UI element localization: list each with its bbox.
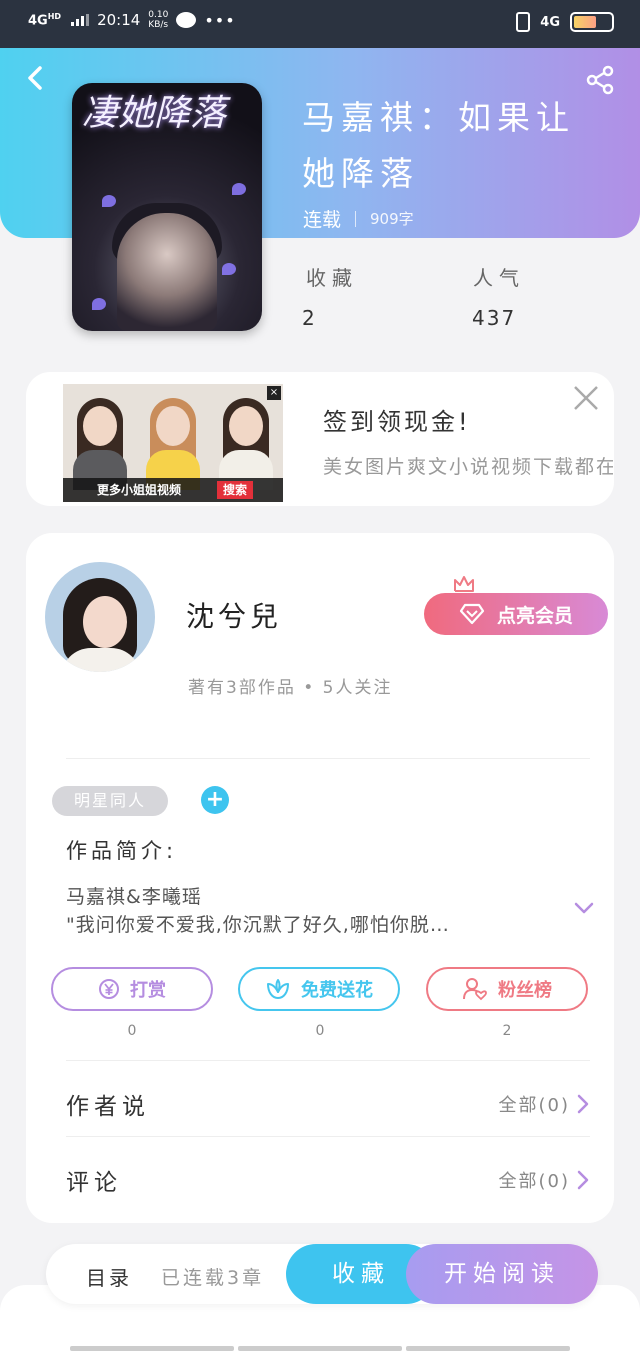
flower-count: 0 (315, 1023, 325, 1039)
ad-photo (136, 392, 210, 490)
avatar[interactable] (45, 562, 155, 672)
ad-caption-bar: 更多小姐姐视频 搜索 (63, 478, 283, 502)
divider (66, 758, 590, 759)
comments-count: 全部(0) (498, 1171, 570, 1192)
ad-image[interactable]: 更多小姐姐视频 搜索 × (63, 384, 283, 502)
word-count: 909字 (370, 210, 414, 228)
author-notes-count: 全部(0) (498, 1095, 570, 1116)
butterfly-decoration (92, 298, 106, 310)
catalog-button[interactable]: 目录 (86, 1262, 132, 1291)
genre-tag[interactable]: 明星同人 (52, 786, 168, 816)
close-icon[interactable] (572, 384, 600, 412)
ad-search-button[interactable]: 搜索 (216, 481, 253, 499)
mobile-network: 4G (540, 14, 560, 30)
network-speed: 0.10 KB/s (148, 10, 169, 30)
author-card: 沈兮兒 著有3部作品 • 5人关注 点亮会员 明星同人 + 作品简介: 马嘉祺&… (26, 533, 614, 1223)
author-notes-all[interactable]: 全部(0) (499, 1091, 591, 1117)
comments-all[interactable]: 全部(0) (499, 1167, 591, 1193)
ad-caption: 更多小姐姐视频 (97, 483, 182, 497)
author-name[interactable]: 沈兮兒 (186, 595, 282, 635)
favorites-label: 收藏 (306, 266, 358, 290)
book-cover[interactable]: 凄她降落 (72, 83, 262, 331)
ad-description: 美女图片爽文小说视频下载都在这里! (323, 456, 613, 478)
butterfly-decoration (232, 183, 246, 195)
cover-title: 凄她降落 (82, 93, 227, 134)
butterfly-decoration (222, 263, 236, 275)
divider (66, 1136, 590, 1137)
send-flower-button[interactable]: 免费送花 (238, 967, 400, 1011)
intro-line: 马嘉祺&李曦瑶 (66, 886, 202, 908)
fan-ranking-button[interactable]: 粉丝榜 (426, 967, 588, 1011)
book-meta: 连载 909字 (303, 205, 414, 232)
chevron-right-icon (577, 1094, 589, 1114)
vibrate-icon (516, 12, 531, 32)
yen-coin-icon (99, 979, 119, 999)
clock: 20:14 (97, 11, 141, 29)
popularity-label: 人气 (473, 266, 525, 290)
sheet-handle (70, 1346, 570, 1351)
fan-user-icon (463, 978, 487, 1001)
divider (66, 1060, 590, 1061)
chevron-down-icon[interactable] (574, 901, 594, 915)
add-tag-button[interactable]: + (201, 786, 229, 814)
diamond-icon (459, 603, 485, 625)
ad-photo (209, 392, 283, 490)
vip-button-label: 点亮会员 (496, 604, 573, 627)
more-notifications-icon: ••• (204, 10, 236, 30)
ad-photo (63, 392, 137, 490)
favorites-value: 2 (302, 306, 317, 330)
book-title: 马嘉祺：如果让她降落 (302, 98, 575, 193)
chat-notification-icon (176, 12, 197, 28)
meta-divider (355, 210, 357, 227)
intro-label: 作品简介: (66, 839, 178, 863)
battery-icon (570, 12, 614, 32)
send-flower-label: 免费送花 (301, 980, 373, 1001)
fan-count: 2 (502, 1023, 512, 1039)
popularity-value: 437 (472, 306, 517, 330)
intro-text[interactable]: 马嘉祺&李曦瑶 "我问你爱不爱我,你沉默了好久,哪怕你脱… (66, 883, 556, 939)
ad-title: 签到领现金! (323, 408, 471, 436)
ad-banner[interactable]: 更多小姐姐视频 搜索 × 签到领现金! 美女图片爽文小说视频下载都在这里! (26, 372, 614, 506)
intro-line: "我问你爱不爱我,你沉默了好久,哪怕你脱… (66, 914, 450, 936)
chapter-status[interactable]: 已连载3章 (161, 1263, 264, 1290)
back-icon[interactable] (22, 64, 50, 92)
cover-figure (117, 213, 217, 331)
vip-button[interactable]: 点亮会员 (424, 593, 608, 635)
signal-icon (71, 14, 90, 26)
network-indicator: 4GHD (28, 11, 62, 29)
status-bar: 4GHD 20:14 0.10 KB/s ••• 4G (0, 0, 640, 48)
fan-ranking-label: 粉丝榜 (498, 980, 552, 1001)
bottom-action-bar: 目录 已连载3章 收藏 开始阅读 (46, 1244, 598, 1304)
serial-status: 连载 (303, 209, 342, 231)
reward-count: 0 (127, 1023, 137, 1039)
reward-button[interactable]: 打赏 (51, 967, 213, 1011)
author-notes-label: 作者说 (66, 1094, 150, 1120)
author-stats: 著有3部作品 • 5人关注 (188, 678, 393, 698)
flower-icon (267, 979, 289, 999)
author-notes-row[interactable]: 作者说 全部(0) (66, 1073, 590, 1133)
crown-icon (454, 576, 474, 592)
butterfly-decoration (102, 195, 116, 207)
ad-small-close-icon[interactable]: × (267, 386, 281, 400)
comments-row[interactable]: 评论 全部(0) (66, 1149, 590, 1209)
comments-label: 评论 (66, 1170, 122, 1196)
start-reading-button[interactable]: 开始阅读 (406, 1244, 598, 1304)
chevron-right-icon (577, 1170, 589, 1190)
reward-label: 打赏 (130, 980, 166, 1001)
